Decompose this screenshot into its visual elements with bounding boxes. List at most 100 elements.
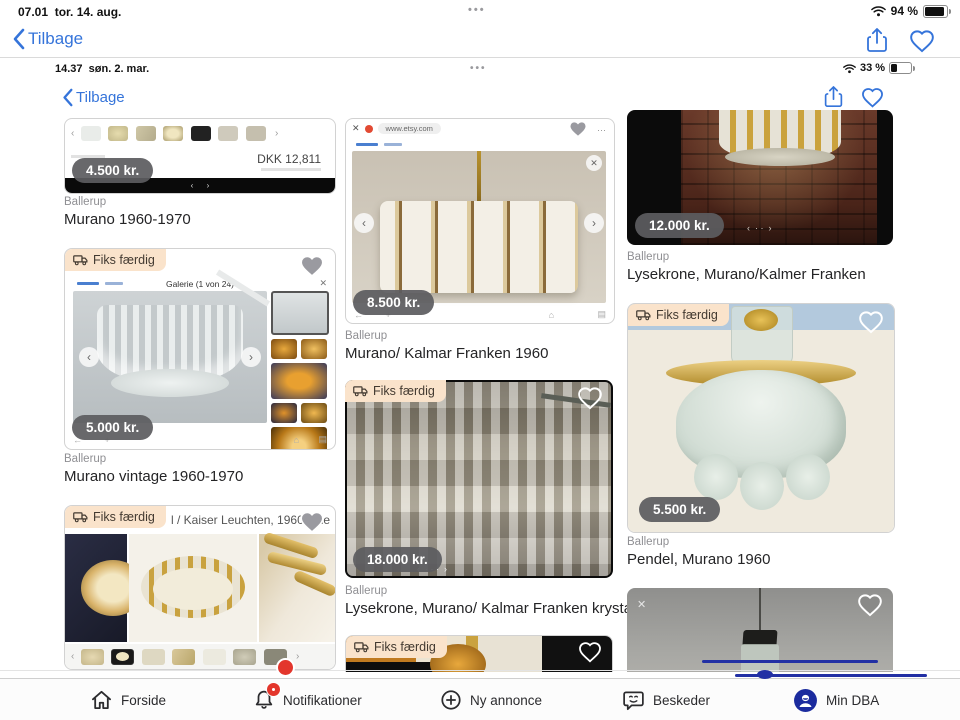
favorite-button[interactable] <box>299 254 325 283</box>
listing-card-clipped[interactable]: Fiks færdig <box>345 635 613 672</box>
close-icon[interactable]: ✕ <box>637 598 646 611</box>
listing-title[interactable]: Murano vintage 1960-1970 <box>64 468 243 485</box>
dba-app-screen: 07.01 tor. 14. aug. ••• 94 % Tilbage 14.… <box>0 0 960 720</box>
tab-notifikationer[interactable]: Notifikationer <box>253 679 362 720</box>
listing-title[interactable]: Lysekrone, Murano/ Kalmar Franken krysta… <box>345 600 635 617</box>
back-button-outer[interactable]: Tilbage <box>12 28 83 50</box>
price-badge: 4.500 kr. <box>72 158 154 183</box>
listing-card[interactable]: Fiks færdig l / Kaiser Leuchten, 1960'er… <box>64 505 336 670</box>
price-badge: 12.000 kr. <box>635 213 724 238</box>
chevron-right-icon[interactable]: › <box>207 181 210 190</box>
tab-ny-annonce[interactable]: Ny annonce <box>440 679 542 720</box>
chevron-left-icon[interactable]: ‹ <box>191 181 194 190</box>
multitask-dots-outer-icon: ••• <box>468 4 486 16</box>
chevron-left-icon[interactable]: ‹ <box>71 651 74 662</box>
tab-beskeder[interactable]: Beskeder <box>622 679 710 720</box>
favorite-button-outer[interactable] <box>909 29 935 58</box>
listing-title[interactable]: Pendel, Murano 1960 <box>627 551 770 568</box>
favorite-button[interactable] <box>568 120 588 143</box>
thumbnail[interactable] <box>218 126 239 142</box>
clock-inner: 14.37 <box>55 63 83 75</box>
thumbnail[interactable] <box>301 403 327 423</box>
thumbnail[interactable] <box>135 126 156 142</box>
back-button-inner[interactable]: Tilbage <box>62 88 125 107</box>
chevron-left-icon[interactable]: ‹ <box>71 128 74 139</box>
listing-title[interactable]: Murano 1960-1970 <box>64 211 191 228</box>
chandelier-graphic <box>380 201 578 293</box>
wifi-icon <box>870 6 886 17</box>
tab-label: Min DBA <box>826 692 880 708</box>
thumbnail[interactable] <box>80 126 101 142</box>
thumbnail[interactable] <box>190 126 211 142</box>
brass-rod-graphic <box>477 151 481 203</box>
thumbnail[interactable] <box>271 363 327 399</box>
favorite-button[interactable] <box>858 310 884 339</box>
heart-filled-icon <box>300 255 324 278</box>
thumbnail[interactable] <box>163 126 184 142</box>
share-icon <box>824 86 843 108</box>
listing-photo <box>65 534 145 642</box>
thumbnail[interactable] <box>271 291 329 335</box>
favorite-button[interactable] <box>857 593 883 622</box>
thumbnail[interactable] <box>245 126 266 142</box>
date-outer: tor. 14. aug. <box>54 5 122 19</box>
fiks-faerdig-label: Fiks færdig <box>656 308 718 322</box>
gallery-next-button[interactable]: › <box>241 347 261 367</box>
thumbnail[interactable] <box>141 648 165 665</box>
notification-badge <box>266 682 281 697</box>
fiks-faerdig-badge: Fiks færdig <box>628 304 729 326</box>
gallery-prev-button[interactable]: ‹ <box>79 347 99 367</box>
heart-icon <box>859 311 883 334</box>
close-icon[interactable]: ✕ <box>352 123 360 134</box>
date-inner: søn. 2. mar. <box>88 63 150 75</box>
gallery-caption: Galerie (1 von 24) <box>165 279 235 289</box>
truck-icon <box>354 642 369 653</box>
thumbnail[interactable] <box>271 403 297 423</box>
thumbnail[interactable] <box>271 339 297 359</box>
thumbnail-strip[interactable]: ‹ › <box>69 125 280 143</box>
chat-smiley-icon <box>623 691 644 711</box>
thumbnail-selected[interactable] <box>111 648 135 665</box>
listing-location: Ballerup <box>64 196 107 208</box>
favorite-button[interactable] <box>299 510 325 539</box>
gallery-prev-button[interactable]: ‹ <box>354 213 374 233</box>
glass-lobe-graphic <box>740 462 784 510</box>
heart-filled-icon <box>569 121 587 138</box>
thumbnail[interactable] <box>202 648 226 665</box>
listing-title[interactable]: Lysekrone, Murano/Kalmer Franken <box>627 266 866 283</box>
share-button-outer[interactable] <box>865 27 889 59</box>
listing-photo <box>129 534 257 642</box>
listing-title[interactable]: Murano/ Kalmar Franken 1960 <box>345 345 548 362</box>
tab-forside[interactable]: Forside <box>90 679 166 720</box>
thumbnail[interactable] <box>108 126 129 142</box>
pendant-glass-graphic <box>741 644 779 672</box>
gallery-thumbnails[interactable] <box>271 291 329 449</box>
thumbnail[interactable] <box>80 648 104 665</box>
favorite-button[interactable] <box>578 641 602 668</box>
blue-indicator-knob[interactable] <box>757 670 773 679</box>
thumbnail[interactable] <box>233 648 257 665</box>
gallery-next-button[interactable]: › <box>584 213 604 233</box>
chandelier-graphic <box>153 568 233 610</box>
tab-label: Notifikationer <box>283 692 362 708</box>
listing-location: Ballerup <box>345 330 388 342</box>
heart-icon <box>862 88 883 108</box>
thumbnail[interactable] <box>301 339 327 359</box>
pager-dots: ‹ · · › <box>747 223 772 233</box>
overflow-menu-icon[interactable]: ⋯ <box>597 125 606 136</box>
truck-icon <box>73 512 88 523</box>
divider-outer-nav <box>0 57 960 58</box>
chevron-right-icon[interactable]: › <box>275 128 278 139</box>
price-badge: 5.000 kr. <box>72 415 154 440</box>
favorite-button[interactable] <box>577 386 603 415</box>
listing-location: Ballerup <box>345 585 388 597</box>
multitask-dots-inner-icon: ••• <box>470 63 487 74</box>
toolbar-icon-placeholder: ▤ <box>597 309 606 319</box>
battery-icon-inner <box>889 62 916 74</box>
chevron-right-icon[interactable]: › <box>296 651 299 662</box>
close-icon[interactable]: ✕ <box>586 155 602 171</box>
tab-min-dba[interactable]: Min DBA <box>793 679 879 720</box>
thumbnail[interactable] <box>172 648 196 665</box>
battery-percent-inner: 33 % <box>860 62 886 74</box>
listing-location: Ballerup <box>627 251 670 263</box>
